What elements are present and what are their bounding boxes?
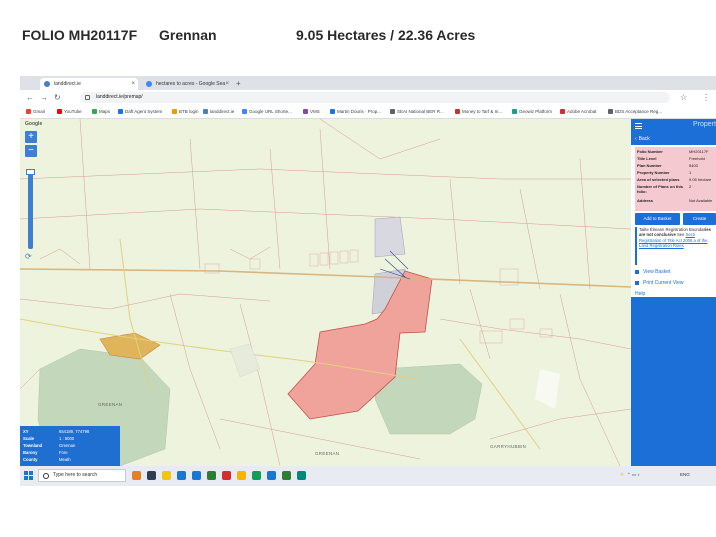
youtube-icon <box>57 109 62 114</box>
tab-label: hectares to acres - Google Sea <box>156 81 226 87</box>
map-label-greenan: GREENAN <box>315 451 340 456</box>
url-text: landdirect.ie/premap/ <box>96 94 143 100</box>
bookmark-landdirect[interactable]: landdirect.ie <box>203 107 234 117</box>
taskbar-app-icon[interactable] <box>132 471 141 480</box>
taskbar-app-icon[interactable] <box>162 471 171 480</box>
basket-icon <box>635 269 639 274</box>
bookmark-adobe[interactable]: Adobe Acrobat <box>560 107 597 117</box>
refresh-icon[interactable]: ⟳ <box>25 252 32 261</box>
taskbar-app-icon[interactable] <box>267 471 276 480</box>
language-indicator: ENG <box>680 472 690 477</box>
landdirect-icon <box>203 109 208 114</box>
panel-background <box>631 297 716 466</box>
bookmark-star-icon[interactable]: ☆ <box>680 92 687 104</box>
bookmark-youtube[interactable]: YouTube <box>57 107 82 117</box>
daft-icon <box>118 109 123 114</box>
panel-header: Propert <box>631 119 716 133</box>
view-basket-link[interactable]: View Basket <box>635 269 670 275</box>
maps-icon <box>92 109 97 114</box>
taskbar: Type here to search ⛅ ⌃ ▭ ♪ ENG <box>20 466 716 486</box>
taskbar-app-icon[interactable] <box>297 471 306 480</box>
google-logo: Google <box>25 121 43 127</box>
bookmark-gmail[interactable]: Gmail <box>26 107 45 117</box>
tab-bar: landdirect.ie × hectares to acres - Goog… <box>20 76 716 90</box>
system-tray-icons: ⛅ ⌃ ▭ ♪ <box>620 472 640 477</box>
print-icon <box>635 280 639 285</box>
map-label-garryhubbin: GARRYHUBBIN <box>490 444 527 449</box>
tab-google-search[interactable]: hectares to acres - Google Sea × <box>142 78 232 90</box>
taskbar-app-icon[interactable] <box>252 471 261 480</box>
boundary-notice: Tailte Éireann Registration Boundaries a… <box>635 227 716 265</box>
taskbar-app-icon[interactable] <box>177 471 186 480</box>
zoom-out-button[interactable]: − <box>25 145 37 157</box>
bds-icon <box>608 109 613 114</box>
back-button[interactable]: ‹ Back <box>631 133 716 145</box>
reload-icon[interactable]: ↻ <box>54 92 61 104</box>
property-panel: Propert ‹ Back Folio Number MH20117F Title… <box>631 119 716 466</box>
map-info-box: XY 654189, 774798 Scale 1 : 5000 Townland G… <box>20 426 120 466</box>
lock-icon <box>85 95 90 100</box>
zoom-slider-knob[interactable] <box>26 169 35 175</box>
panel-title: Propert <box>693 121 716 128</box>
facebook-icon <box>330 109 335 114</box>
tab-label: landdirect.ie <box>54 81 81 87</box>
google-icon <box>242 109 247 114</box>
property-details: Folio Number MH20117F Title Level Freehold… <box>635 147 716 211</box>
taskbar-app-icon[interactable] <box>207 471 216 480</box>
money-icon <box>455 109 460 114</box>
map-canvas[interactable]: Google + − ⟳ GREENAN GREENAN GARRYHUBBIN… <box>20 119 631 466</box>
taskbar-app-icon[interactable] <box>147 471 156 480</box>
hamburger-menu-icon[interactable] <box>635 123 642 131</box>
tab-landdirect[interactable]: landdirect.ie × <box>40 78 138 90</box>
zoom-in-button[interactable]: + <box>25 131 37 143</box>
bookmarks-bar: Gmail YouTube Maps Daft Agent System BTB… <box>20 106 716 119</box>
taskbar-search-input[interactable]: Type here to search <box>38 469 126 482</box>
bookmark-bds[interactable]: BDS Acceptance Reg... <box>608 107 662 117</box>
bookmark-btb[interactable]: BTB login <box>172 107 199 117</box>
taskbar-app-icon[interactable] <box>192 471 201 480</box>
bookmark-maps[interactable]: Maps <box>92 107 110 117</box>
close-tab-icon[interactable]: × <box>225 78 229 90</box>
seai-icon <box>390 109 395 114</box>
menu-dots-icon[interactable]: ⋮ <box>702 92 710 104</box>
map-drawing <box>20 119 631 466</box>
address-bar: ← → ↻ landdirect.ie/premap/ ☆ ⋮ <box>20 90 716 106</box>
map-label-greenan: GREENAN <box>98 402 123 407</box>
forward-arrow-icon[interactable]: → <box>40 92 48 104</box>
screenshot: landdirect.ie × hectares to acres - Goog… <box>20 76 716 486</box>
taskbar-app-icon[interactable] <box>222 471 231 480</box>
area-heading: 9.05 Hectares / 22.36 Acres <box>296 27 476 43</box>
townland-heading: Grennan <box>159 27 217 43</box>
bookmark-vms[interactable]: VMS <box>303 107 320 117</box>
print-view-link[interactable]: Print Current View <box>635 280 683 286</box>
search-icon <box>43 473 49 479</box>
gmail-icon <box>26 109 31 114</box>
bookmark-money[interactable]: Money to Tarf & In... <box>455 107 502 117</box>
new-tab-button[interactable]: + <box>236 78 241 90</box>
bookmark-url-shortener[interactable]: Google URL Shorte... <box>242 107 292 117</box>
bookmark-martin-douris[interactable]: Martin Douris · Prop... <box>330 107 381 117</box>
chevron-left-icon: ‹ <box>635 136 637 142</box>
google-favicon-icon <box>146 81 152 87</box>
close-tab-icon[interactable]: × <box>131 78 135 90</box>
favicon-icon <box>44 81 50 87</box>
back-arrow-icon[interactable]: ← <box>26 92 34 104</box>
url-input[interactable]: landdirect.ie/premap/ <box>80 92 670 103</box>
btb-icon <box>172 109 177 114</box>
taskbar-app-icon[interactable] <box>237 471 246 480</box>
bookmark-daft[interactable]: Daft Agent System <box>118 107 162 117</box>
windows-start-icon[interactable] <box>24 471 33 480</box>
vms-icon <box>303 109 308 114</box>
zoom-slider[interactable] <box>26 169 35 249</box>
taskbar-app-icon[interactable] <box>282 471 291 480</box>
geowiz-icon <box>512 109 517 114</box>
folio-number-heading: FOLIO MH20117F <box>22 27 138 43</box>
create-button[interactable]: Create <box>683 213 716 225</box>
adobe-icon <box>560 109 565 114</box>
bookmark-geowiz[interactable]: Geowiz Platform <box>512 107 552 117</box>
bookmark-seai[interactable]: SEAI National BER R... <box>390 107 444 117</box>
add-to-basket-button[interactable]: Add to Basket <box>635 213 680 225</box>
